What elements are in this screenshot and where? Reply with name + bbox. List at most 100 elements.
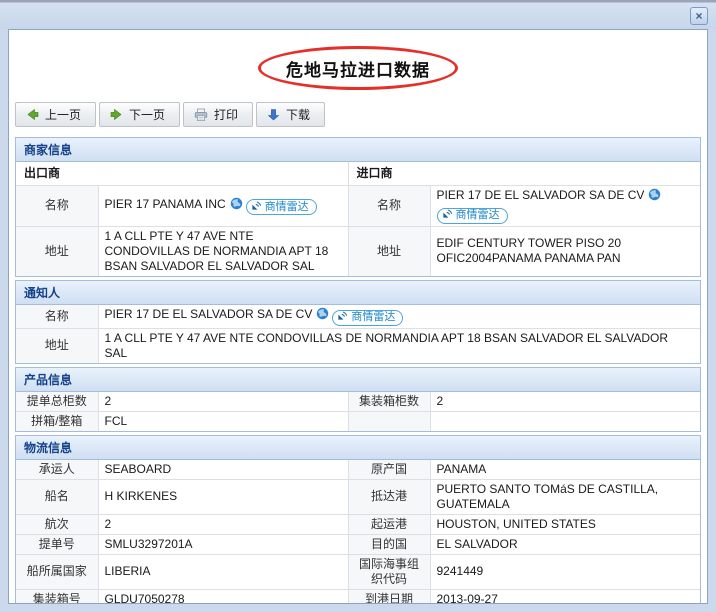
field-label: 地址 bbox=[348, 226, 430, 276]
field-value: 2 bbox=[98, 514, 348, 534]
exporter-subheader: 出口商 bbox=[16, 162, 348, 186]
field-label: 拼箱/整箱 bbox=[16, 411, 98, 431]
field-value: FCL bbox=[98, 411, 348, 431]
business-radar-badge[interactable]: 商情雷达 bbox=[437, 208, 508, 224]
field-value: 2013-09-27 bbox=[430, 589, 700, 604]
table-row: 出口商 进口商 bbox=[16, 162, 700, 186]
globe-icon[interactable] bbox=[648, 188, 661, 205]
field-label: 名称 bbox=[348, 186, 430, 227]
field-value: PUERTO SANTO TOMáS DE CASTILLA, GUATEMAL… bbox=[430, 479, 700, 514]
exporter-name-value: PIER 17 PANAMA INC 商情雷达 bbox=[98, 186, 348, 227]
page-title: 危地马拉进口数据 bbox=[286, 56, 430, 81]
globe-icon[interactable] bbox=[316, 307, 329, 324]
logistics-table: 承运人 SEABOARD 原产国 PANAMA 船名 H KIRKENES 抵达… bbox=[16, 460, 700, 604]
field-label bbox=[348, 411, 430, 431]
arrow-left-icon bbox=[26, 108, 39, 121]
section-logistics-info: 物流信息 承运人 SEABOARD 原产国 PANAMA 船名 H KIRKEN… bbox=[15, 435, 701, 604]
field-label: 提单总柜数 bbox=[16, 392, 98, 412]
field-label: 船名 bbox=[16, 479, 98, 514]
next-page-button[interactable]: 下一页 bbox=[99, 102, 180, 127]
field-value: GLDU7050278 bbox=[98, 589, 348, 604]
prev-page-button[interactable]: 上一页 bbox=[15, 102, 96, 127]
table-row: 地址 1 A CLL PTE Y 47 AVE NTE CONDOVILLAS … bbox=[16, 328, 700, 363]
notify-address-value: 1 A CLL PTE Y 47 AVE NTE CONDOVILLAS DE … bbox=[98, 328, 700, 363]
section-header: 产品信息 bbox=[16, 368, 700, 392]
business-radar-badge[interactable]: 商情雷达 bbox=[246, 199, 317, 215]
field-label: 承运人 bbox=[16, 460, 98, 480]
table-row: 提单总柜数 2 集装箱柜数 2 bbox=[16, 392, 700, 412]
merchant-table: 出口商 进口商 名称 PIER 17 PANAMA INC 商情雷达 名称 PIE… bbox=[16, 162, 700, 276]
printer-icon bbox=[194, 108, 208, 122]
section-notify-party: 通知人 名称 PIER 17 DE EL SALVADOR SA DE CV商情… bbox=[15, 280, 701, 364]
table-row: 地址 1 A CLL PTE Y 47 AVE NTE CONDOVILLAS … bbox=[16, 226, 700, 276]
modal-window: × 危地马拉进口数据 上一页 下一页 打印 下载 bbox=[0, 0, 716, 612]
table-row: 承运人 SEABOARD 原产国 PANAMA bbox=[16, 460, 700, 480]
field-label: 集装箱号 bbox=[16, 589, 98, 604]
download-button[interactable]: 下载 bbox=[256, 102, 325, 127]
field-value: H KIRKENES bbox=[98, 479, 348, 514]
field-value: SEABOARD bbox=[98, 460, 348, 480]
radar-icon bbox=[442, 208, 453, 224]
table-row: 船所属国家 LIBERIA 国际海事组织代码 9241449 bbox=[16, 554, 700, 589]
table-row: 集装箱号 GLDU7050278 到港日期 2013-09-27 bbox=[16, 589, 700, 604]
field-label: 船所属国家 bbox=[16, 554, 98, 589]
field-label: 起运港 bbox=[348, 514, 430, 534]
next-page-label: 下一页 bbox=[129, 106, 165, 123]
window-titlebar[interactable]: × bbox=[0, 3, 716, 29]
badge-label: 商情雷达 bbox=[351, 311, 395, 325]
section-product-info: 产品信息 提单总柜数 2 集装箱柜数 2 拼箱/整箱 FCL bbox=[15, 367, 701, 432]
importer-subheader: 进口商 bbox=[348, 162, 700, 186]
toolbar: 上一页 下一页 打印 下载 bbox=[15, 102, 707, 127]
section-merchant-info: 商家信息 出口商 进口商 名称 PIER 17 PANAMA INC 商情雷达 名… bbox=[15, 137, 701, 277]
field-label: 提单号 bbox=[16, 534, 98, 554]
exporter-address-value: 1 A CLL PTE Y 47 AVE NTE CONDOVILLAS DE … bbox=[98, 226, 348, 276]
notify-table: 名称 PIER 17 DE EL SALVADOR SA DE CV 商情雷达 地… bbox=[16, 305, 700, 363]
table-row: 提单号 SMLU3297201A 目的国 EL SALVADOR bbox=[16, 534, 700, 554]
radar-icon bbox=[337, 310, 348, 326]
notify-name-value: PIER 17 DE EL SALVADOR SA DE CV 商情雷达 bbox=[98, 305, 700, 328]
section-header: 物流信息 bbox=[16, 436, 700, 460]
close-button[interactable]: × bbox=[690, 7, 708, 25]
field-value: LIBERIA bbox=[98, 554, 348, 589]
field-value: HOUSTON, UNITED STATES bbox=[430, 514, 700, 534]
field-value: 2 bbox=[430, 392, 700, 412]
company-name: PIER 17 DE EL SALVADOR SA DE CV bbox=[437, 188, 645, 202]
field-value: 9241449 bbox=[430, 554, 700, 589]
detail-content: 商家信息 出口商 进口商 名称 PIER 17 PANAMA INC 商情雷达 名… bbox=[9, 137, 707, 604]
field-label: 名称 bbox=[16, 186, 98, 227]
field-label: 集装箱柜数 bbox=[348, 392, 430, 412]
globe-icon[interactable] bbox=[230, 197, 243, 214]
product-table: 提单总柜数 2 集装箱柜数 2 拼箱/整箱 FCL bbox=[16, 392, 700, 431]
arrow-right-icon bbox=[110, 108, 123, 121]
field-label: 地址 bbox=[16, 328, 98, 363]
field-value: 2 bbox=[98, 392, 348, 412]
table-row: 名称 PIER 17 DE EL SALVADOR SA DE CV 商情雷达 bbox=[16, 305, 700, 328]
print-label: 打印 bbox=[214, 106, 238, 123]
badge-label: 商情雷达 bbox=[456, 209, 500, 223]
field-label: 名称 bbox=[16, 305, 98, 328]
field-label: 原产国 bbox=[348, 460, 430, 480]
section-header: 商家信息 bbox=[16, 138, 700, 162]
title-row: 危地马拉进口数据 bbox=[9, 38, 707, 98]
prev-page-label: 上一页 bbox=[45, 106, 81, 123]
dialog-panel: 危地马拉进口数据 上一页 下一页 打印 下载 商家信息 bbox=[8, 29, 708, 604]
table-row: 拼箱/整箱 FCL bbox=[16, 411, 700, 431]
company-name: PIER 17 PANAMA INC bbox=[105, 197, 226, 211]
field-value: PANAMA bbox=[430, 460, 700, 480]
field-value bbox=[430, 411, 700, 431]
print-button[interactable]: 打印 bbox=[183, 102, 253, 127]
field-label: 抵达港 bbox=[348, 479, 430, 514]
field-label: 国际海事组织代码 bbox=[348, 554, 430, 589]
field-label: 地址 bbox=[16, 226, 98, 276]
badge-label: 商情雷达 bbox=[265, 201, 309, 215]
company-name: PIER 17 DE EL SALVADOR SA DE CV bbox=[105, 307, 313, 321]
importer-name-value: PIER 17 DE EL SALVADOR SA DE CV 商情雷达 bbox=[430, 186, 700, 227]
download-label: 下载 bbox=[286, 106, 310, 123]
field-value: EL SALVADOR bbox=[430, 534, 700, 554]
importer-address-value: EDIF CENTURY TOWER PISO 20 OFIC2004PANAM… bbox=[430, 226, 700, 276]
table-row: 航次 2 起运港 HOUSTON, UNITED STATES bbox=[16, 514, 700, 534]
field-label: 到港日期 bbox=[348, 589, 430, 604]
close-icon: × bbox=[695, 9, 702, 23]
business-radar-badge[interactable]: 商情雷达 bbox=[332, 310, 403, 326]
table-row: 船名 H KIRKENES 抵达港 PUERTO SANTO TOMáS DE … bbox=[16, 479, 700, 514]
